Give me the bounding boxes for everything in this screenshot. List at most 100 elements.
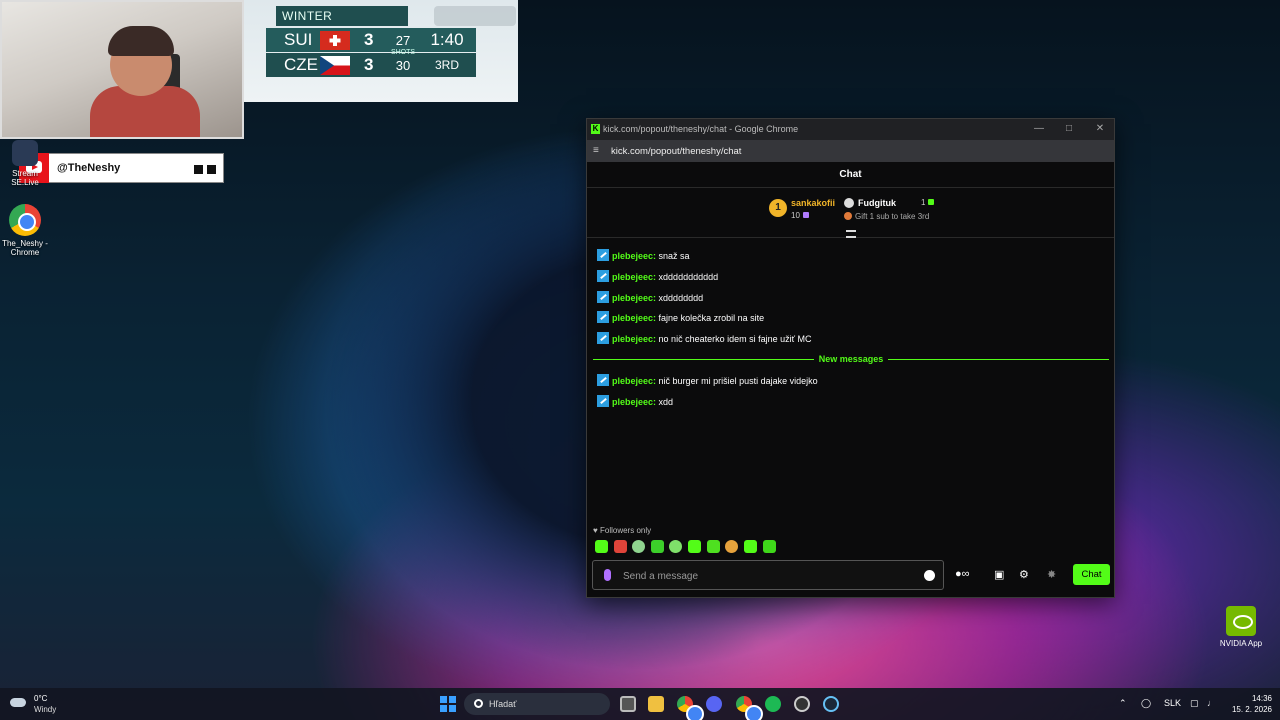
chat-username[interactable]: plebejeec: [612,313,656,323]
site-settings-icon[interactable]: ≡ [593,145,599,156]
chrome-taskbar-icon[interactable] [677,696,704,720]
second-gifter-count: 1 [921,198,935,207]
second-gifter-name[interactable]: Fudgituk [858,198,896,208]
cog-badge-icon[interactable]: ✸ [1047,568,1056,581]
emote-icon[interactable] [669,540,682,553]
overlay-square-icon [207,165,216,174]
taskbar-clock[interactable]: 14:36 15. 2. 2026 [1222,693,1272,715]
chat-username[interactable]: plebejeec: [612,397,656,407]
czech-flag-icon [320,56,350,75]
chrome-profile-icon[interactable] [736,696,763,720]
emote-icon[interactable] [707,540,720,553]
url-text[interactable]: kick.com/popout/theneshy/chat [611,146,741,157]
chrome-chat-window: K kick.com/popout/theneshy/chat - Google… [586,118,1115,598]
maximize-button[interactable]: □ [1062,122,1076,136]
chat-username[interactable]: plebejeec: [612,334,656,344]
chat-message: plebejeec: xddddddddddd [597,269,718,285]
microphone-tray-icon[interactable]: ◯ [1141,698,1151,709]
file-explorer-icon[interactable] [648,696,664,712]
team-goals: 3 [364,30,374,49]
emote-icon[interactable] [651,540,664,553]
volume-icon[interactable]: ♩ [1207,698,1216,708]
desktop-icon-label: The_Neshy - Chrome [2,239,48,257]
emote-icon[interactable] [744,540,757,553]
followers-only-notice: ♥ Followers only [593,526,651,535]
window-title: kick.com/popout/theneshy/chat - Google C… [603,124,799,134]
emote-icon[interactable] [595,540,608,553]
chat-text: xdd [658,397,674,407]
emote-icon[interactable] [763,540,776,553]
team-row: SUI 3 27 1:40 [266,28,476,52]
desktop-icon-label: NVIDIA App [1219,639,1263,648]
followers-only-label: Followers only [599,526,652,535]
gift-leaderboard: 1 sankakofii 10 Fudgituk 1 Gift 1 sub to… [587,188,1114,238]
network-icon[interactable]: ▢ [1190,698,1199,709]
new-messages-divider: New messages [593,352,1109,368]
game-period: 3RD [434,58,459,72]
start-button[interactable] [440,696,456,712]
address-bar[interactable]: ≡ kick.com/popout/theneshy/chat [587,140,1114,162]
spotify-icon[interactable] [765,696,781,712]
microphone-icon[interactable] [604,569,611,581]
scoreboard-title: WINTER OLYMPICS™ [276,6,408,43]
desktop-icon-chrome[interactable]: The_Neshy - Chrome [0,204,50,257]
discord-icon[interactable] [706,696,722,712]
top-gifter-name[interactable]: sankakofii [791,198,835,208]
chrome-icon [9,204,41,236]
chat-username[interactable]: plebejeec: [612,251,656,261]
chat-text: fajne kolečka zrobil na site [658,313,765,323]
team-row: CZE 3 30 3RD [266,53,476,77]
send-chat-button[interactable]: Chat [1073,564,1110,585]
chat-username[interactable]: plebejeec: [612,376,656,386]
obs-icon[interactable] [794,696,810,712]
window-titlebar[interactable]: K kick.com/popout/theneshy/chat - Google… [587,119,1114,140]
language-indicator[interactable]: SLK [1164,698,1181,708]
sub-badge-icon [597,395,609,407]
gem-icon [802,212,809,218]
heart-icon: ♥ [593,526,598,535]
sub-badge-icon [597,374,609,386]
settings-gear-icon[interactable]: ⚙ [1019,568,1029,581]
store-icon[interactable]: ▣ [994,568,1004,581]
collapse-icon[interactable] [846,230,856,238]
chat-message: plebejeec: fajne kolečka zrobil na site [597,310,764,326]
tray-overflow-icon[interactable]: ⌃ [1119,698,1127,709]
team-code: SUI [284,30,313,49]
chat-message: plebejeec: snaž sa [597,248,690,264]
emoji-picker-icon[interactable] [924,570,935,581]
steam-icon[interactable] [823,696,839,712]
youtube-handle-overlay: @TheNeshy [19,153,224,183]
chat-username[interactable]: plebejeec: [612,272,656,282]
desktop-icon-streamelements[interactable]: Stream SE.Live [0,140,50,187]
predictions-icon[interactable]: ●∞ [955,568,970,580]
emote-icon[interactable] [614,540,627,553]
streamelements-icon [12,140,38,166]
top-gifter-count: 10 [791,211,809,220]
task-view-icon[interactable] [620,696,636,712]
hockey-scoreboard: WINTER OLYMPICS™ SUI 3 27 1:40 CZE 3 30 … [244,0,518,102]
close-button[interactable]: ✕ [1093,122,1107,136]
chat-username[interactable]: plebejeec: [612,293,656,303]
sub-badge-icon [597,311,609,323]
minimize-button[interactable]: — [1032,122,1046,136]
new-messages-label: New messages [813,354,889,364]
streamer-figure [90,24,200,137]
scoreboard-blurred-logo [434,6,516,26]
weather-temp: 0°C [34,694,48,703]
chat-text: no nič cheaterko idem si fajne užiť MC [658,334,812,344]
weather-condition: Windy [34,705,57,714]
chat-message-input[interactable] [623,567,903,585]
chat-input-box[interactable] [592,560,944,590]
emote-icon[interactable] [688,540,701,553]
desktop-icon-label: Stream SE.Live [11,169,39,187]
taskbar-search[interactable]: Hľadať [464,693,610,715]
emote-icon[interactable] [725,540,738,553]
sub-badge-icon [597,270,609,282]
swiss-flag-icon [320,31,350,50]
desktop-icon-nvidia[interactable]: NVIDIA App [1215,606,1267,648]
youtube-handle: @TheNeshy [57,162,121,174]
chat-text: snaž sa [658,251,690,261]
gem-icon [928,199,935,205]
overlay-square-icon [194,165,203,174]
emote-icon[interactable] [632,540,645,553]
